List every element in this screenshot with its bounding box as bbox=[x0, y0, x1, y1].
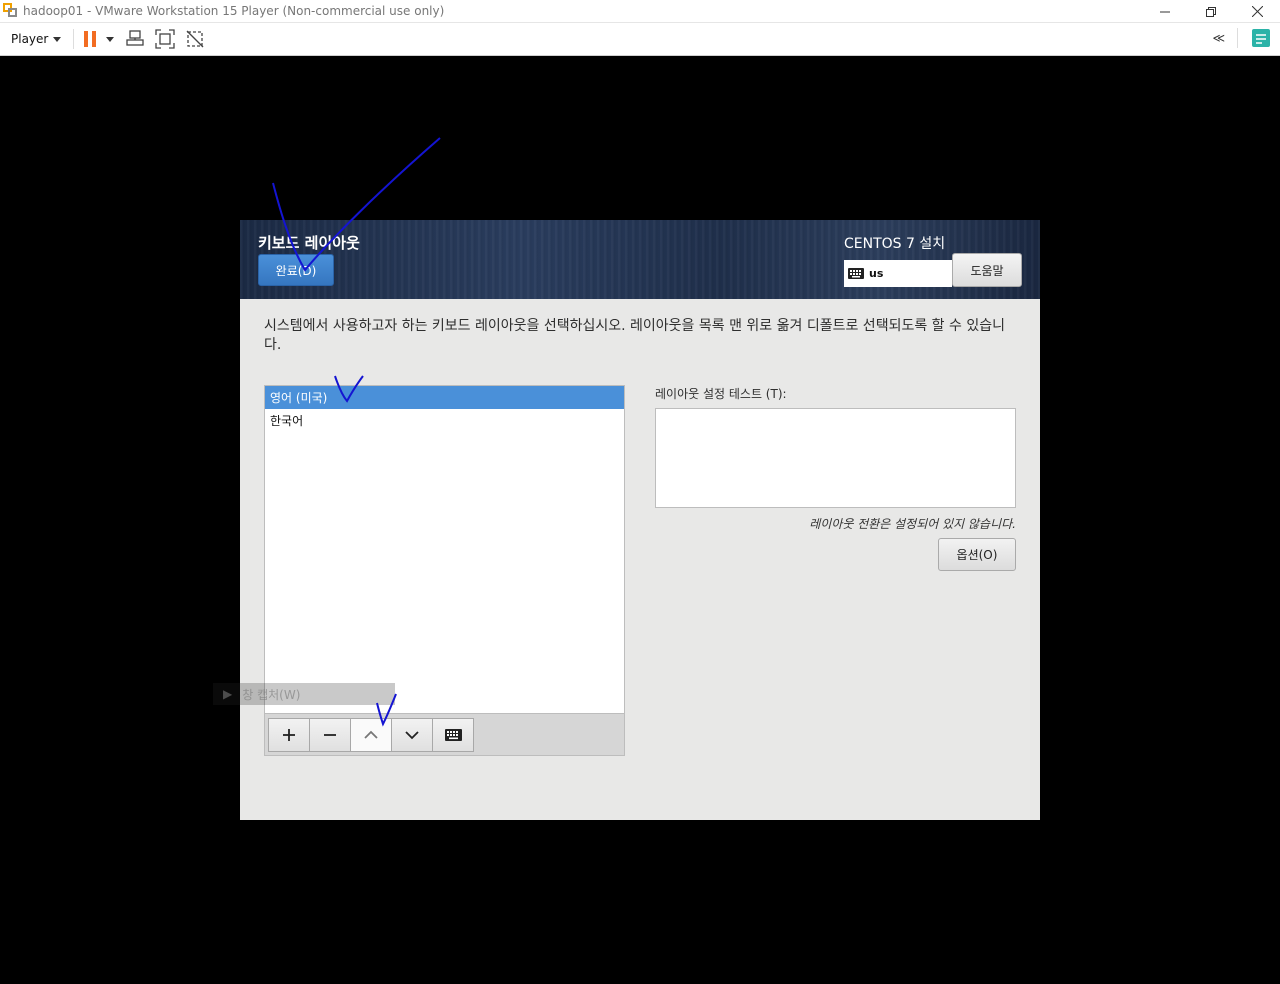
unity-icon[interactable] bbox=[184, 28, 206, 50]
vmware-toolbar: Player ≪ bbox=[0, 23, 1280, 56]
layout-list[interactable]: 영어 (미국) 한국어 bbox=[264, 385, 625, 714]
add-layout-button[interactable] bbox=[268, 718, 310, 752]
done-button[interactable]: 완료(D) bbox=[258, 254, 334, 286]
list-item[interactable]: 영어 (미국) bbox=[265, 386, 624, 409]
remove-icon bbox=[324, 734, 336, 736]
keyboard-indicator-label: us bbox=[869, 267, 884, 280]
instructions-text: 시스템에서 사용하고자 하는 키보드 레이아웃을 선택하십시오. 레이아웃을 목… bbox=[264, 318, 1005, 353]
move-up-icon bbox=[364, 730, 378, 739]
keyboard-icon bbox=[848, 268, 864, 279]
minimize-button[interactable] bbox=[1142, 0, 1188, 23]
close-icon bbox=[1251, 6, 1263, 17]
window-capture-label: 창 캡처(W) bbox=[242, 687, 301, 702]
page-title: 키보드 레이아웃 bbox=[258, 234, 360, 252]
player-menu-label: Player bbox=[11, 32, 49, 46]
pause-icon[interactable] bbox=[84, 31, 97, 47]
layout-test-field[interactable] bbox=[655, 408, 1016, 508]
restore-icon bbox=[1206, 6, 1216, 17]
keyboard-preview-button[interactable] bbox=[432, 718, 474, 752]
collapse-icon[interactable]: ≪ bbox=[1212, 31, 1225, 45]
minimize-icon bbox=[1160, 11, 1170, 12]
vmware-icon bbox=[3, 3, 19, 19]
remove-layout-button[interactable] bbox=[309, 718, 351, 752]
title-bar: hadoop01 - VMware Workstation 15 Player … bbox=[0, 0, 1280, 23]
toolbar-divider bbox=[1237, 28, 1238, 48]
move-down-icon bbox=[405, 731, 419, 740]
notes-icon[interactable] bbox=[1250, 27, 1272, 49]
add-icon bbox=[283, 729, 295, 741]
window-capture-hint: ▶ 창 캡처(W) bbox=[213, 683, 395, 705]
help-button[interactable]: 도움말 bbox=[952, 253, 1022, 287]
toolbar-divider bbox=[73, 29, 75, 49]
layout-list-toolbar bbox=[264, 714, 625, 756]
fullscreen-icon[interactable] bbox=[154, 28, 176, 50]
options-button[interactable]: 옵션(O) bbox=[938, 538, 1016, 571]
keyboard-preview-icon bbox=[444, 729, 462, 741]
move-up-button[interactable] bbox=[350, 718, 392, 752]
close-button[interactable] bbox=[1234, 0, 1280, 23]
layout-test-label: 레이아웃 설정 테스트 (T): bbox=[655, 387, 787, 401]
send-ctrl-alt-del-icon[interactable] bbox=[124, 28, 146, 50]
window-title: hadoop01 - VMware Workstation 15 Player … bbox=[23, 4, 445, 18]
play-icon: ▶ bbox=[223, 687, 233, 701]
keyboard-indicator[interactable]: us bbox=[844, 260, 952, 287]
list-item[interactable]: 한국어 bbox=[265, 409, 624, 432]
installer-header: 키보드 레이아웃 완료(D) CENTOS 7 설치 us 도움말 bbox=[240, 220, 1040, 299]
layout-switch-note: 레이아웃 전환은 설정되어 있지 않습니다. bbox=[809, 517, 1016, 531]
dropdown-icon[interactable] bbox=[104, 28, 116, 50]
install-title: CENTOS 7 설치 bbox=[844, 236, 946, 252]
player-menu[interactable]: Player bbox=[11, 32, 62, 46]
move-down-button[interactable] bbox=[391, 718, 433, 752]
installer-screen: 키보드 레이아웃 완료(D) CENTOS 7 설치 us 도움말 시스템에서 … bbox=[240, 220, 1040, 820]
chevron-down-icon bbox=[53, 36, 62, 42]
restore-button[interactable] bbox=[1188, 0, 1234, 23]
